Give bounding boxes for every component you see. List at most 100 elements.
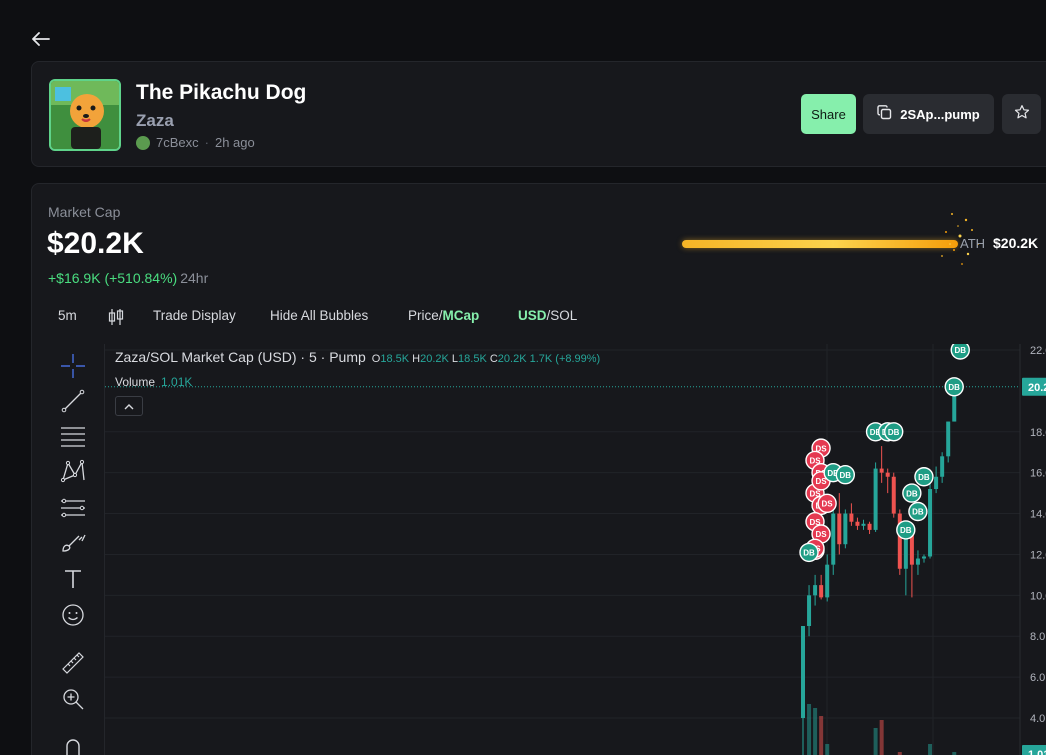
hide-bubbles-toggle[interactable]: Hide All Bubbles xyxy=(270,308,368,323)
trade-display-toggle[interactable]: Trade Display xyxy=(153,308,236,323)
change-value: +$16.9K (+510.84%) xyxy=(48,270,178,286)
ath-value: $20.2K xyxy=(993,235,1039,251)
token-header-card: The Pikachu Dog Zaza 7cBexc · 2h ago Sha… xyxy=(31,61,1046,167)
candle-body xyxy=(825,564,830,598)
candle-body xyxy=(879,468,884,473)
candle-body xyxy=(934,476,939,490)
usd-sol-toggle[interactable]: USD/SOL xyxy=(518,308,577,323)
price-mcap-toggle[interactable]: Price/MCap xyxy=(408,308,479,323)
chart-legend: Zaza/SOL Market Cap (USD) · 5 · Pump O18… xyxy=(115,349,600,365)
zoom-icon[interactable] xyxy=(59,685,87,713)
sol-option: SOL xyxy=(550,308,578,323)
volume-bar xyxy=(825,744,830,755)
prediction-icon[interactable] xyxy=(59,494,87,522)
candle-body xyxy=(801,626,805,718)
candle-body xyxy=(873,468,878,530)
bubble-label: DB xyxy=(900,526,912,535)
market-cap-label: Market Cap xyxy=(48,204,121,220)
back-arrow-icon[interactable] xyxy=(30,28,52,50)
favorite-button[interactable] xyxy=(1002,94,1041,134)
copy-contract-button[interactable]: 2SAp...pump xyxy=(863,94,994,134)
ohlc-close: 20.2K xyxy=(497,353,527,365)
share-button[interactable]: Share xyxy=(801,94,856,134)
chart-title: Zaza/SOL Market Cap (USD) · 5 · Pump xyxy=(115,349,366,365)
volume-label: Volume xyxy=(115,375,156,389)
interval-selector[interactable]: 5m xyxy=(58,308,77,323)
token-name: The Pikachu Dog xyxy=(136,81,307,104)
candle-body xyxy=(867,523,872,530)
candle-body xyxy=(837,513,842,545)
bubble-label: DB xyxy=(948,383,960,392)
candle-body xyxy=(807,595,812,626)
y-tick-label: 6.0K xyxy=(1030,672,1046,684)
bubble-label: DS xyxy=(815,530,827,539)
pattern-icon[interactable] xyxy=(59,457,87,485)
volume-legend: Volume 1.01K xyxy=(115,375,192,389)
price-option: Price xyxy=(408,308,439,323)
token-avatar xyxy=(49,79,121,151)
bubble-label: DB xyxy=(840,471,852,480)
market-cap-change: +$16.9K (+510.84%) 24hr xyxy=(48,270,208,286)
creator-avatar[interactable] xyxy=(136,135,150,150)
candle-body xyxy=(819,585,824,598)
ohlc-open: 18.5K xyxy=(380,353,410,365)
y-tick-label: 4.0K xyxy=(1030,713,1046,725)
ohlc-low: 18.5K xyxy=(458,353,487,365)
ohlc-high: 20.2K xyxy=(420,353,449,365)
creator-name[interactable]: 7cBexc xyxy=(156,135,199,150)
candle-body xyxy=(855,521,860,526)
ath-progress-bar xyxy=(682,240,958,248)
contract-address: 2SAp...pump xyxy=(900,106,980,122)
chart-canvas[interactable]: 22.0K 18.0K 16.0K 14.0K 12.0K 10.0K 8.0K 6.0K 4.… xyxy=(105,344,1046,755)
candle-body xyxy=(928,489,933,557)
candle-body xyxy=(891,476,896,514)
y-tick-label: 16.0K xyxy=(1030,468,1046,480)
y-tick-label: 22.0K xyxy=(1030,345,1046,357)
candle-body xyxy=(843,513,848,545)
volume-bar xyxy=(813,708,818,755)
market-card: Market Cap $20.2K +$16.9K (+510.84%) 24hr… xyxy=(31,183,1046,755)
bubble-label: DB xyxy=(803,549,815,558)
y-tick-label: 10.0K xyxy=(1030,590,1046,602)
candle-body xyxy=(915,558,920,565)
usd-option: USD xyxy=(518,308,547,323)
creator-row: 7cBexc · 2h ago xyxy=(136,135,255,150)
candle-body xyxy=(813,585,818,596)
text-tool-icon[interactable] xyxy=(59,565,87,593)
magnet-icon[interactable] xyxy=(59,734,87,755)
ohlc-change: 1.7K (+8.99%) xyxy=(529,353,601,365)
change-period: 24hr xyxy=(180,270,209,286)
star-icon xyxy=(1014,104,1030,125)
candle-type-icon[interactable] xyxy=(108,308,124,329)
y-tick-label: 18.0K xyxy=(1030,427,1046,439)
candle-body xyxy=(831,513,836,565)
chevron-up-icon xyxy=(124,397,134,415)
market-cap-value: $20.2K xyxy=(47,227,144,260)
bubble-label: DB xyxy=(954,346,966,355)
trend-line-icon[interactable] xyxy=(59,387,87,415)
last-price-label: 20.2K xyxy=(1028,382,1046,394)
copy-icon xyxy=(877,105,892,123)
collapse-legend-button[interactable] xyxy=(115,396,143,416)
crosshair-icon[interactable] xyxy=(59,352,87,380)
fib-retracement-icon[interactable] xyxy=(59,422,87,450)
bubble-label: DB xyxy=(918,473,930,482)
price-chart[interactable]: 22.0K 18.0K 16.0K 14.0K 12.0K 10.0K 8.0K 6.0K 4.… xyxy=(104,344,1046,755)
candle-body xyxy=(922,556,926,559)
separator-dot: · xyxy=(204,135,209,150)
emoji-icon[interactable] xyxy=(59,601,87,629)
y-tick-label: 12.0K xyxy=(1030,549,1046,561)
volume-badge-label: 1.01K xyxy=(1028,749,1046,755)
token-ticker: Zaza xyxy=(136,111,174,130)
bubble-label: DS xyxy=(822,500,834,509)
volume-bar xyxy=(807,704,812,755)
y-tick-label: 14.0K xyxy=(1030,509,1046,521)
volume-bar xyxy=(819,716,824,755)
candle-body xyxy=(946,421,951,457)
volume-bar xyxy=(873,728,878,755)
ruler-icon[interactable] xyxy=(59,649,87,677)
candle-body xyxy=(885,472,890,477)
volume-value: 1.01K xyxy=(161,375,193,389)
brush-icon[interactable] xyxy=(59,529,87,557)
volume-bar xyxy=(928,744,933,755)
